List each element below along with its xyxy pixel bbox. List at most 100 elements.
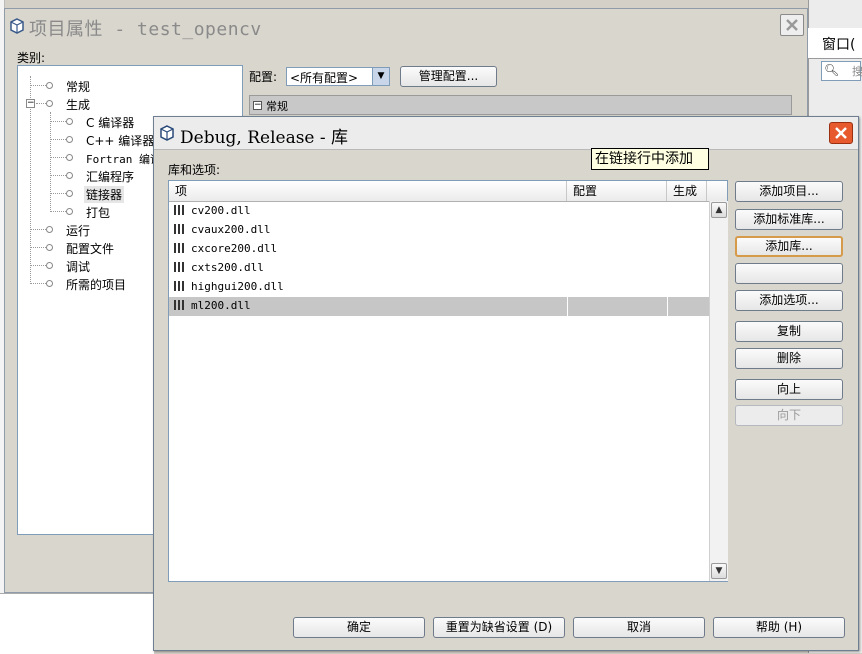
collapse-icon[interactable]: − [26, 99, 35, 108]
library-icon [174, 281, 184, 292]
tree-item-c-compiler[interactable]: C 编译器 [86, 114, 134, 131]
table-row[interactable]: highgui200.dll [169, 278, 709, 297]
column-header-item[interactable]: 项 [169, 181, 567, 201]
tree-item-general[interactable]: 常规 [66, 78, 90, 95]
tree-branch [30, 265, 46, 266]
tree-branch [50, 121, 66, 122]
copy-button[interactable]: 复制 [735, 321, 843, 342]
window-menu-label[interactable]: 窗口( [822, 34, 855, 54]
tree-item-packaging[interactable]: 打包 [86, 204, 110, 221]
background-editor-area [0, 593, 154, 654]
ok-button[interactable]: 确定 [293, 617, 425, 638]
close-icon [786, 19, 798, 31]
background-search-box[interactable]: 🔍︎ 搜 [821, 61, 862, 81]
move-down-button[interactable]: 向下 [735, 405, 843, 426]
add-standard-library-button[interactable]: 添加标准库... [735, 209, 843, 230]
help-button[interactable]: 帮助 (H) [713, 617, 845, 638]
manage-config-button[interactable]: 管理配置... [400, 66, 497, 87]
tree-branch [50, 193, 66, 194]
config-select-value: <所有配置> [290, 71, 359, 85]
tree-node-icon [46, 100, 53, 107]
general-section-header[interactable]: − 常规 [249, 95, 792, 115]
tree-item-build[interactable]: 生成 [66, 96, 90, 113]
library-icon [174, 205, 184, 216]
tree-node-icon [66, 118, 73, 125]
tree-branch [50, 211, 66, 212]
library-dialog: Debug, Release - 库 库和选项: 项 配置 生成 cv200.d… [153, 116, 859, 651]
delete-button[interactable]: 删除 [735, 348, 843, 369]
reset-defaults-button[interactable]: 重置为缺省设置 (D) [433, 617, 565, 638]
search-placeholder: 搜 [852, 65, 862, 78]
table-row[interactable]: cxts200.dll [169, 259, 709, 278]
add-option-button[interactable]: 添加选项... [735, 290, 843, 311]
tree-branch [36, 103, 46, 104]
project-properties-titlebar: 项目属性 - test_opencv [5, 9, 807, 43]
tree-node-icon [66, 190, 73, 197]
libraries-list-label: 库和选项: [168, 163, 221, 177]
library-name: ml200.dll [191, 299, 251, 312]
library-name: cxts200.dll [191, 261, 264, 274]
tree-node-icon [66, 154, 73, 161]
tree-item-required-projects[interactable]: 所需的项目 [66, 276, 126, 293]
tree-node-icon [46, 82, 53, 89]
tree-node-icon [66, 136, 73, 143]
scroll-up-icon[interactable]: ▲ [711, 202, 727, 218]
tree-item-fortran-compiler[interactable]: Fortran 编译 [86, 151, 161, 167]
tree-branch [50, 157, 66, 158]
tree-node-icon [66, 208, 73, 215]
tree-node-icon [66, 172, 73, 179]
chevron-down-icon[interactable]: ▼ [372, 68, 389, 85]
library-name: highgui200.dll [191, 280, 284, 293]
column-header-config[interactable]: 配置 [567, 181, 667, 201]
tree-item-assembler[interactable]: 汇编程序 [86, 168, 134, 185]
tree-item-debug[interactable]: 调试 [66, 258, 90, 275]
netbeans-cube-icon [160, 125, 174, 141]
library-icon [174, 300, 184, 311]
title-project-name: test_opencv [137, 19, 262, 40]
tree-item-run[interactable]: 运行 [66, 222, 90, 239]
tree-node-icon [46, 244, 53, 251]
library-name: cv200.dll [191, 204, 251, 217]
tree-node-icon [46, 262, 53, 269]
move-up-button[interactable]: 向上 [735, 379, 843, 400]
library-icon [174, 243, 184, 254]
add-library-tooltip: 在链接行中添加 [591, 148, 709, 170]
cell-divider [567, 297, 568, 316]
table-header: 项 配置 生成 [169, 181, 727, 202]
library-name: cvaux200.dll [191, 223, 271, 236]
library-name: cxcore200.dll [191, 242, 278, 255]
add-library-button[interactable]: 添加库... [735, 236, 843, 257]
library-dialog-title: Debug, Release - 库 [180, 128, 349, 148]
collapse-icon[interactable]: − [253, 101, 262, 110]
libraries-table[interactable]: 项 配置 生成 cv200.dll cvaux200.dll cxcore200… [168, 180, 728, 582]
tree-item-linker[interactable]: 链接器 [84, 186, 125, 203]
category-label: 类别: [17, 51, 46, 65]
tree-branch [30, 229, 46, 230]
tree-branch [50, 139, 66, 140]
table-scrollbar[interactable]: ▲ ▼ [709, 201, 728, 581]
tree-guide [50, 112, 51, 212]
config-select[interactable]: <所有配置> ▼ [286, 67, 390, 86]
library-icon [174, 224, 184, 235]
add-project-button[interactable]: 添加项目... [735, 181, 843, 202]
search-icon: 🔍︎ [824, 63, 840, 77]
section-header-label: 常规 [266, 100, 288, 113]
table-row-selected[interactable]: ml200.dll [169, 297, 709, 316]
table-row[interactable]: cxcore200.dll [169, 240, 709, 259]
library-dialog-titlebar: Debug, Release - 库 [154, 117, 858, 150]
column-header-build[interactable]: 生成 [667, 181, 707, 201]
tree-item-cpp-compiler[interactable]: C++ 编译器 [86, 132, 154, 149]
tree-branch [30, 85, 46, 86]
cancel-button[interactable]: 取消 [573, 617, 705, 638]
add-library-file-button[interactable] [735, 263, 843, 284]
title-prefix: 项目属性 [29, 19, 103, 40]
scroll-down-icon[interactable]: ▼ [711, 563, 727, 579]
close-button[interactable] [829, 122, 853, 144]
table-row[interactable]: cv200.dll [169, 202, 709, 221]
close-icon [835, 127, 847, 139]
table-row[interactable]: cvaux200.dll [169, 221, 709, 240]
close-button[interactable] [780, 14, 804, 36]
title-separator: - [103, 19, 138, 40]
netbeans-cube-icon [10, 18, 24, 34]
tree-item-profile[interactable]: 配置文件 [66, 240, 114, 257]
